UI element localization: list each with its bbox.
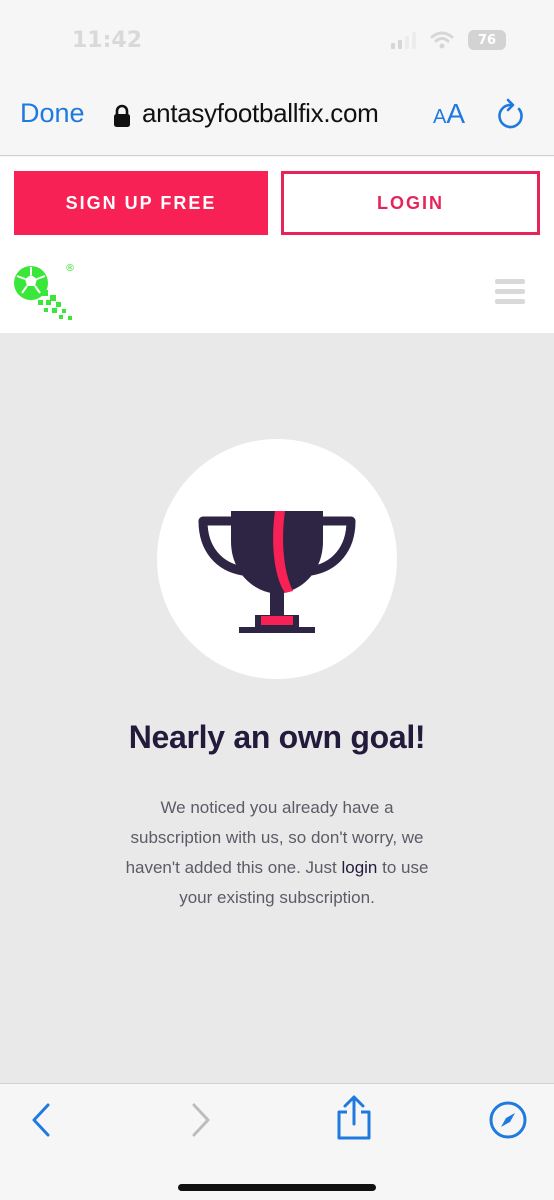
status-indicators: 76 <box>391 30 506 50</box>
browser-address-bar: Done antasyfootballfix.com AA <box>0 80 554 156</box>
lock-icon <box>114 104 130 127</box>
status-bar: 11:42 76 <box>0 0 554 80</box>
hamburger-icon[interactable] <box>495 279 525 309</box>
done-button[interactable]: Done <box>20 98 85 129</box>
page-headline: Nearly an own goal! <box>128 719 426 755</box>
reload-icon[interactable] <box>496 98 526 132</box>
battery-indicator: 76 <box>468 30 506 50</box>
registered-mark: ® <box>65 263 75 274</box>
text-size-small-label: A <box>433 106 447 128</box>
message-line: haven't added this one. Just <box>125 858 342 877</box>
home-indicator <box>178 1184 376 1191</box>
back-icon[interactable] <box>28 1102 54 1138</box>
message-line: subscription with us, so don't worry, we <box>130 828 424 847</box>
text-size-button[interactable]: AA <box>433 98 465 130</box>
message-line: We noticed you already have a <box>160 798 394 817</box>
url-field[interactable]: antasyfootballfix.com <box>142 98 379 129</box>
signal-icon <box>391 31 416 49</box>
trophy-icon <box>198 511 356 633</box>
info-message: We noticed you already have a subscripti… <box>100 793 454 913</box>
forward-icon[interactable] <box>188 1102 214 1138</box>
browser-toolbar <box>0 1083 554 1200</box>
text-size-big-label: A <box>446 98 466 129</box>
status-time: 11:42 <box>72 28 143 53</box>
share-icon[interactable] <box>334 1094 374 1142</box>
compass-icon[interactable] <box>488 1100 528 1140</box>
site-logo[interactable]: ® <box>10 257 80 323</box>
login-link[interactable]: login <box>341 858 377 877</box>
signup-button[interactable]: SIGN UP FREE <box>14 171 268 235</box>
wifi-icon <box>430 31 454 49</box>
login-button[interactable]: LOGIN <box>281 171 540 235</box>
main-content: Nearly an own goal! We noticed you alrea… <box>0 333 554 1083</box>
site-header: SIGN UP FREE LOGIN ® <box>0 157 554 333</box>
message-line: your existing subscription. <box>179 888 375 907</box>
message-line: to use <box>377 858 429 877</box>
trophy-badge <box>157 439 397 679</box>
